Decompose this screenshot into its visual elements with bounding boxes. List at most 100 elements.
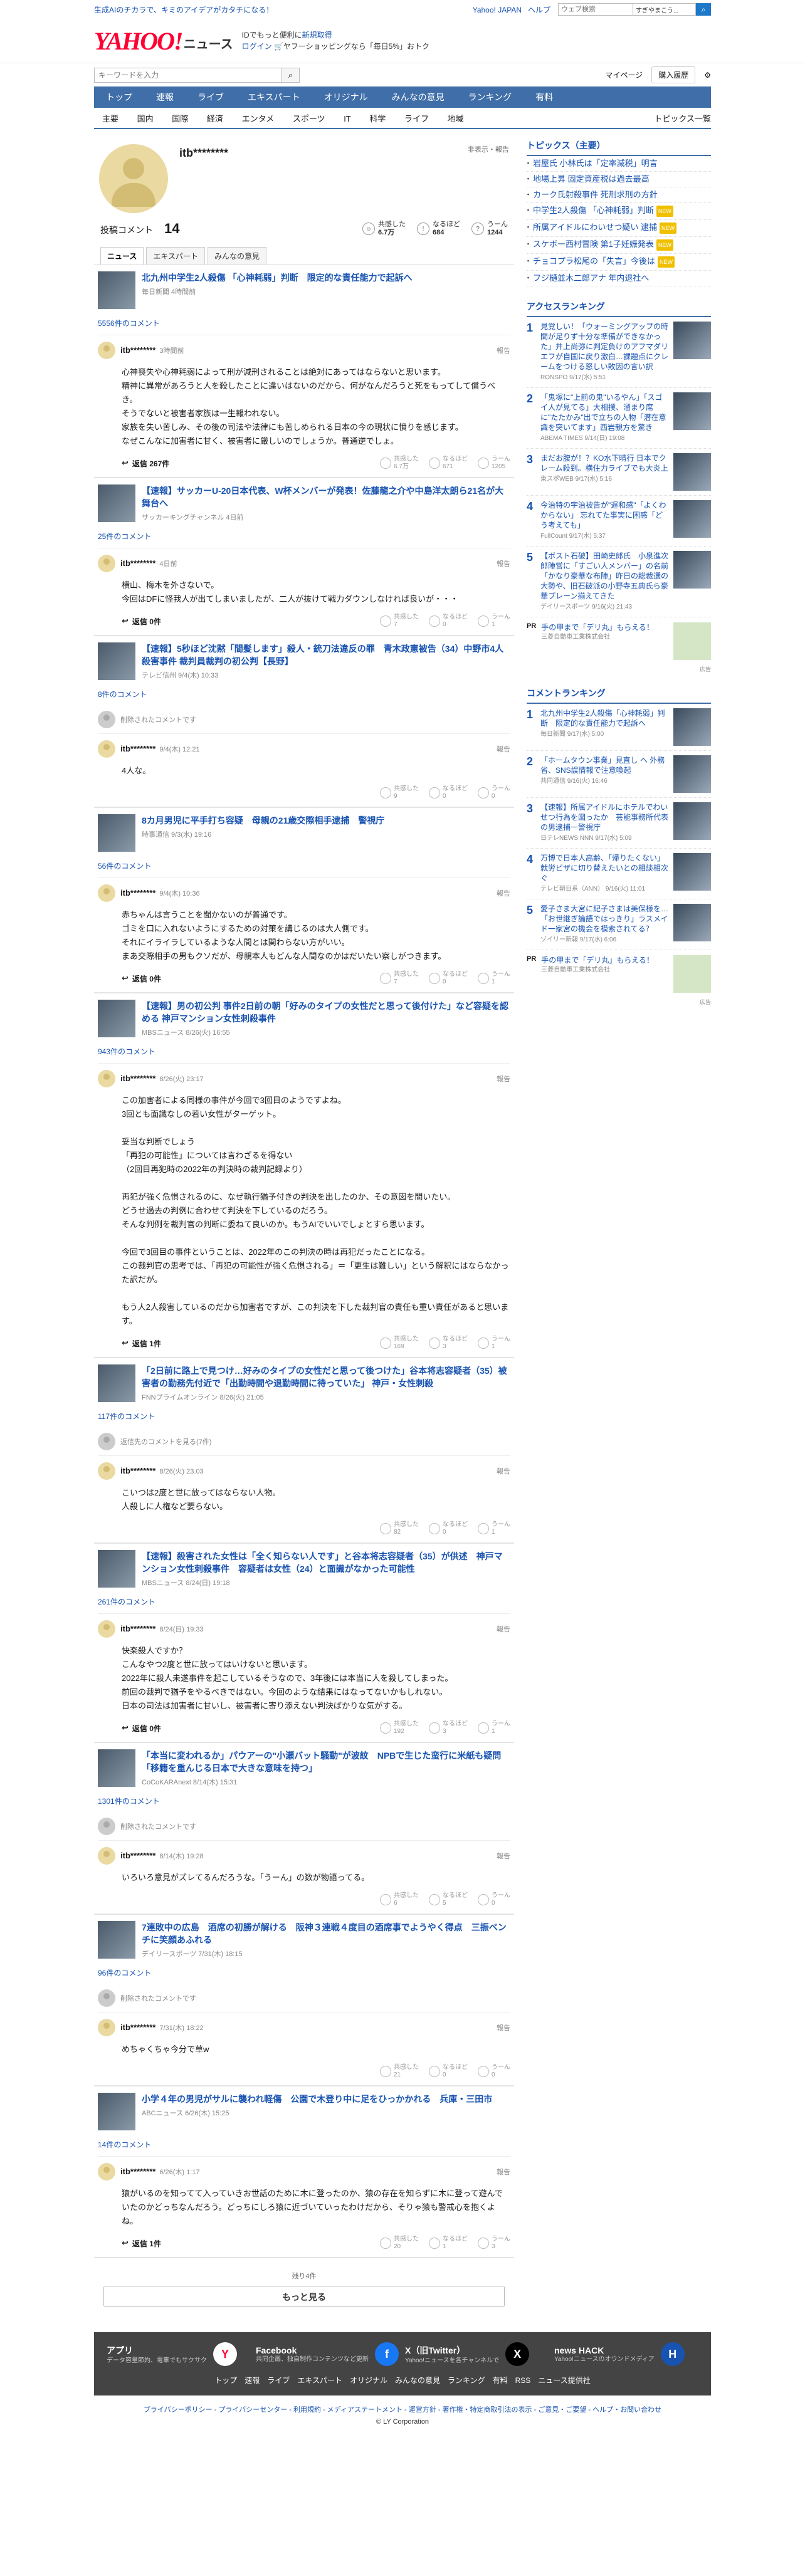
naruhodo-button[interactable]: なるほど 0 <box>429 2064 468 2079</box>
yahoo-news-logo[interactable]: YAHOO! ニュース <box>94 26 233 56</box>
comment-count-link[interactable]: 8件のコメント <box>98 689 510 699</box>
naruhodo-button[interactable]: なるほど 0 <box>429 971 468 986</box>
naruhodo-button[interactable]: なるほど 671 <box>429 456 468 471</box>
comment-user[interactable]: itb******** 9/4(木) 12:21 <box>120 744 200 754</box>
cat-domestic[interactable]: 国内 <box>129 114 162 123</box>
comment-rank-item[interactable]: 2 「ホームタウン事業」見直し へ 外務省、SNS誤情報で注意喚起 共同通信 9/1… <box>527 751 711 798</box>
hmm-button[interactable]: うーん 1 <box>478 1336 510 1351</box>
article-title[interactable]: 【速報】サッカーU-20日本代表、W杯メンバーが発表！佐藤龍之介や中島洋太朗ら2… <box>142 484 510 510</box>
article-link[interactable]: 【速報】サッカーU-20日本代表、W杯メンバーが発表！佐藤龍之介や中島洋太朗ら2… <box>98 484 510 522</box>
topic-item[interactable]: スケボー西村冒険 第1子妊娠発表NEW <box>524 237 711 254</box>
nav-paid[interactable]: 有料 <box>524 86 565 108</box>
news-search-input[interactable] <box>94 67 282 83</box>
footer-link[interactable]: ニュース提供社 <box>538 2376 590 2385</box>
footer-newshack[interactable]: news HACK Yahoo!ニュースのオウンドメディア H <box>554 2342 698 2366</box>
yahoo-japan-link[interactable]: Yahoo! JAPAN <box>473 6 522 14</box>
article-link[interactable]: 「本当に変われるか」パウアーの"小瀬バット騒動"が波紋 NPBで生じた蛮行に米紙… <box>98 1749 510 1787</box>
footer-x[interactable]: X（旧Twitter） Yahoo!ニュースを各チャンネルで X <box>405 2342 549 2366</box>
hide-report-link[interactable]: 非表示・報告 <box>468 144 509 213</box>
naruhodo-button[interactable]: なるほど 5 <box>429 1892 468 1907</box>
cat-world[interactable]: 国際 <box>164 114 196 123</box>
report-link[interactable]: 報告 <box>497 1466 510 1476</box>
help-link[interactable]: ヘルプ <box>528 6 550 14</box>
pr-ad[interactable]: PR 手の甲まで「デリ丸」もらえる！ 三菱自動車工業株式会社 <box>527 617 711 665</box>
footer-link[interactable]: エキスパート <box>297 2376 342 2385</box>
article-link[interactable]: 7連敗中の広島 酒席の初勝が解ける 阪神３連戦４度目の酒席事でようやく得点 三振… <box>98 1921 510 1959</box>
comment-user[interactable]: itb******** 8/14(木) 19:28 <box>120 1851 204 1861</box>
comment-count-link[interactable]: 1301件のコメント <box>98 1796 510 1806</box>
article-title[interactable]: 小学４年の男児がサルに襲われ軽傷 公園で木登り中に足をひっかかれる 兵庫・三田市 <box>142 2093 492 2105</box>
tab-expert[interactable]: エキスパート <box>146 247 206 264</box>
article-title[interactable]: 7連敗中の広島 酒席の初勝が解ける 阪神３連戦４度目の酒席事でようやく得点 三振… <box>142 1921 510 1946</box>
topic-item[interactable]: 中学生2人殺傷 「心神耗弱」判断NEW <box>524 203 711 220</box>
footer-link[interactable]: オリジナル <box>350 2376 387 2385</box>
article-title[interactable]: 「2日前に路上で見つけ…好みのタイプの女性だと思って後つけた」谷本将志容疑者（3… <box>142 1364 510 1390</box>
empathy-button[interactable]: 共感した 9 <box>380 785 419 800</box>
legal-links[interactable]: プライバシーポリシー - プライバシーセンター - 利用規約 - メディアステー… <box>0 2404 805 2414</box>
hmm-button[interactable]: うーん 0 <box>478 785 510 800</box>
comment-rank-item[interactable]: 5 愛子さま大宮に紀子さまは美保様を…「お世継ぎ論語ではっきり」ラスメイド一家宮の… <box>527 899 711 950</box>
comment-rank-item[interactable]: 1 北九州中学生2人殺傷「心神耗弱」判断 限定的な責任能力で起訴へ 毎日新聞 9/1… <box>527 704 711 751</box>
search-icon[interactable]: ⌕ <box>282 67 300 83</box>
comment-user[interactable]: itb******** 7/31(木) 18:22 <box>120 2023 204 2033</box>
nav-live[interactable]: ライブ <box>186 86 236 108</box>
article-link[interactable]: 【速報】殺害された女性は「全く知らない人です」と谷本将志容疑者（35）が供述 神… <box>98 1550 510 1588</box>
report-link[interactable]: 報告 <box>497 2167 510 2177</box>
article-title[interactable]: 【速報】5秒ほど沈黙「間髪します」殺人・銃刀法違反の罪 青木政憲被告（34）中野… <box>142 642 510 668</box>
comment-rank-item[interactable]: 3 【速報】所属アイドルにホテルでわいせつ行為を図ったか 芸能事務所代表の男逮捕ー… <box>527 798 711 849</box>
report-link[interactable]: 報告 <box>497 1074 510 1084</box>
report-link[interactable]: 報告 <box>497 558 510 568</box>
comment-count-link[interactable]: 14件のコメント <box>98 2139 510 2150</box>
footer-link[interactable]: ライブ <box>267 2376 290 2385</box>
nav-ranking[interactable]: ランキング <box>456 86 524 108</box>
report-link[interactable]: 報告 <box>497 1624 510 1634</box>
topic-item[interactable]: 岩屋氏 小林氏は「定率減税」明言 <box>524 156 711 172</box>
topic-item[interactable]: フジ樋並木二郎アナ 年内退社へ <box>524 271 711 286</box>
report-link[interactable]: 報告 <box>497 744 510 754</box>
access-rank-item[interactable]: 1 見覚しい！「ウォーミングアップの時間が足りず十分な準備ができなかった」井上尚弥… <box>527 317 711 388</box>
reply-button[interactable]: ↩ 返信 0件 <box>122 616 161 627</box>
article-link[interactable]: 【速報】男の初公判 事件2日前の朝「好みのタイプの女性だと思って後付けた」など容… <box>98 1000 510 1037</box>
naruhodo-button[interactable]: なるほど 0 <box>429 614 468 629</box>
mypage-link[interactable]: マイページ <box>605 70 643 80</box>
cat-economy[interactable]: 経済 <box>199 114 231 123</box>
report-link[interactable]: 報告 <box>497 888 510 898</box>
article-title[interactable]: 北九州中学生2人殺傷 「心神耗弱」判断 限定的な責任能力で起訴へ <box>142 271 413 284</box>
comment-count-link[interactable]: 25件のコメント <box>98 531 510 542</box>
empathy-button[interactable]: 共感した 6 <box>380 1892 419 1907</box>
hmm-button[interactable]: うーん 0 <box>478 1892 510 1907</box>
comment-count-link[interactable]: 5556件のコメント <box>98 318 510 328</box>
load-more-button[interactable]: もっと見る <box>103 2286 505 2307</box>
register-link[interactable]: 新規取得 <box>302 31 332 39</box>
nav-flash[interactable]: 速報 <box>144 86 186 108</box>
tab-opinion[interactable]: みんなの意見 <box>208 247 267 264</box>
search-scope-select[interactable]: すぎやまこう... <box>633 3 696 16</box>
access-rank-item[interactable]: 3 まだお腹が！？KO水下晴行 日本でクレーム殺到。横住力ライブでも大炎上 東スポW… <box>527 449 711 496</box>
comment-count-link[interactable]: 56件のコメント <box>98 861 510 871</box>
comment-count-link[interactable]: 96件のコメント <box>98 1967 510 1978</box>
hmm-button[interactable]: うーん 0 <box>478 2064 510 2079</box>
nav-expert[interactable]: エキスパート <box>236 86 312 108</box>
comment-user[interactable]: itb******** 6/26(木) 1:17 <box>120 2167 200 2177</box>
cat-life[interactable]: ライフ <box>396 114 437 123</box>
footer-link[interactable]: トップ <box>214 2376 237 2385</box>
reply-button[interactable]: ↩ 返信 0件 <box>122 1723 161 1734</box>
comment-rank-item[interactable]: 4 万博で日本人高齢、「帰りたくない」就労ビザに切り替えたいとの相談相次ぐ テレビ朝… <box>527 849 711 899</box>
footer-link[interactable]: ランキング <box>448 2376 485 2385</box>
comment-user[interactable]: itb******** 4日前 <box>120 558 177 568</box>
hmm-button[interactable]: うーん 1 <box>478 1521 510 1536</box>
reply-button[interactable]: ↩ 返信 267件 <box>122 458 169 469</box>
article-link[interactable]: 8カ月男児に平手打ち容疑 母親の21歳交際相手逮捕 警視庁 時事通信 9/3(水)… <box>98 814 510 852</box>
comment-user[interactable]: itb******** 9/4(木) 10:36 <box>120 888 200 898</box>
search-icon[interactable]: ⌕ <box>696 3 711 16</box>
cat-entertainment[interactable]: エンタメ <box>234 114 283 123</box>
article-title[interactable]: 【速報】殺害された女性は「全く知らない人です」と谷本将志容疑者（35）が供述 神… <box>142 1550 510 1575</box>
nav-top[interactable]: トップ <box>94 86 144 108</box>
hmm-button[interactable]: うーん 1 <box>478 971 510 986</box>
naruhodo-button[interactable]: なるほど 0 <box>429 785 468 800</box>
empathy-button[interactable]: 共感した 20 <box>380 2236 419 2251</box>
topic-item[interactable]: 地場上昇 固定資産税は過去最高 <box>524 172 711 187</box>
tab-news[interactable]: ニュース <box>100 247 144 264</box>
article-link[interactable]: 「2日前に路上で見つけ…好みのタイプの女性だと思って後つけた」谷本将志容疑者（3… <box>98 1364 510 1402</box>
reply-button[interactable]: ↩ 返信 1件 <box>122 1338 161 1349</box>
